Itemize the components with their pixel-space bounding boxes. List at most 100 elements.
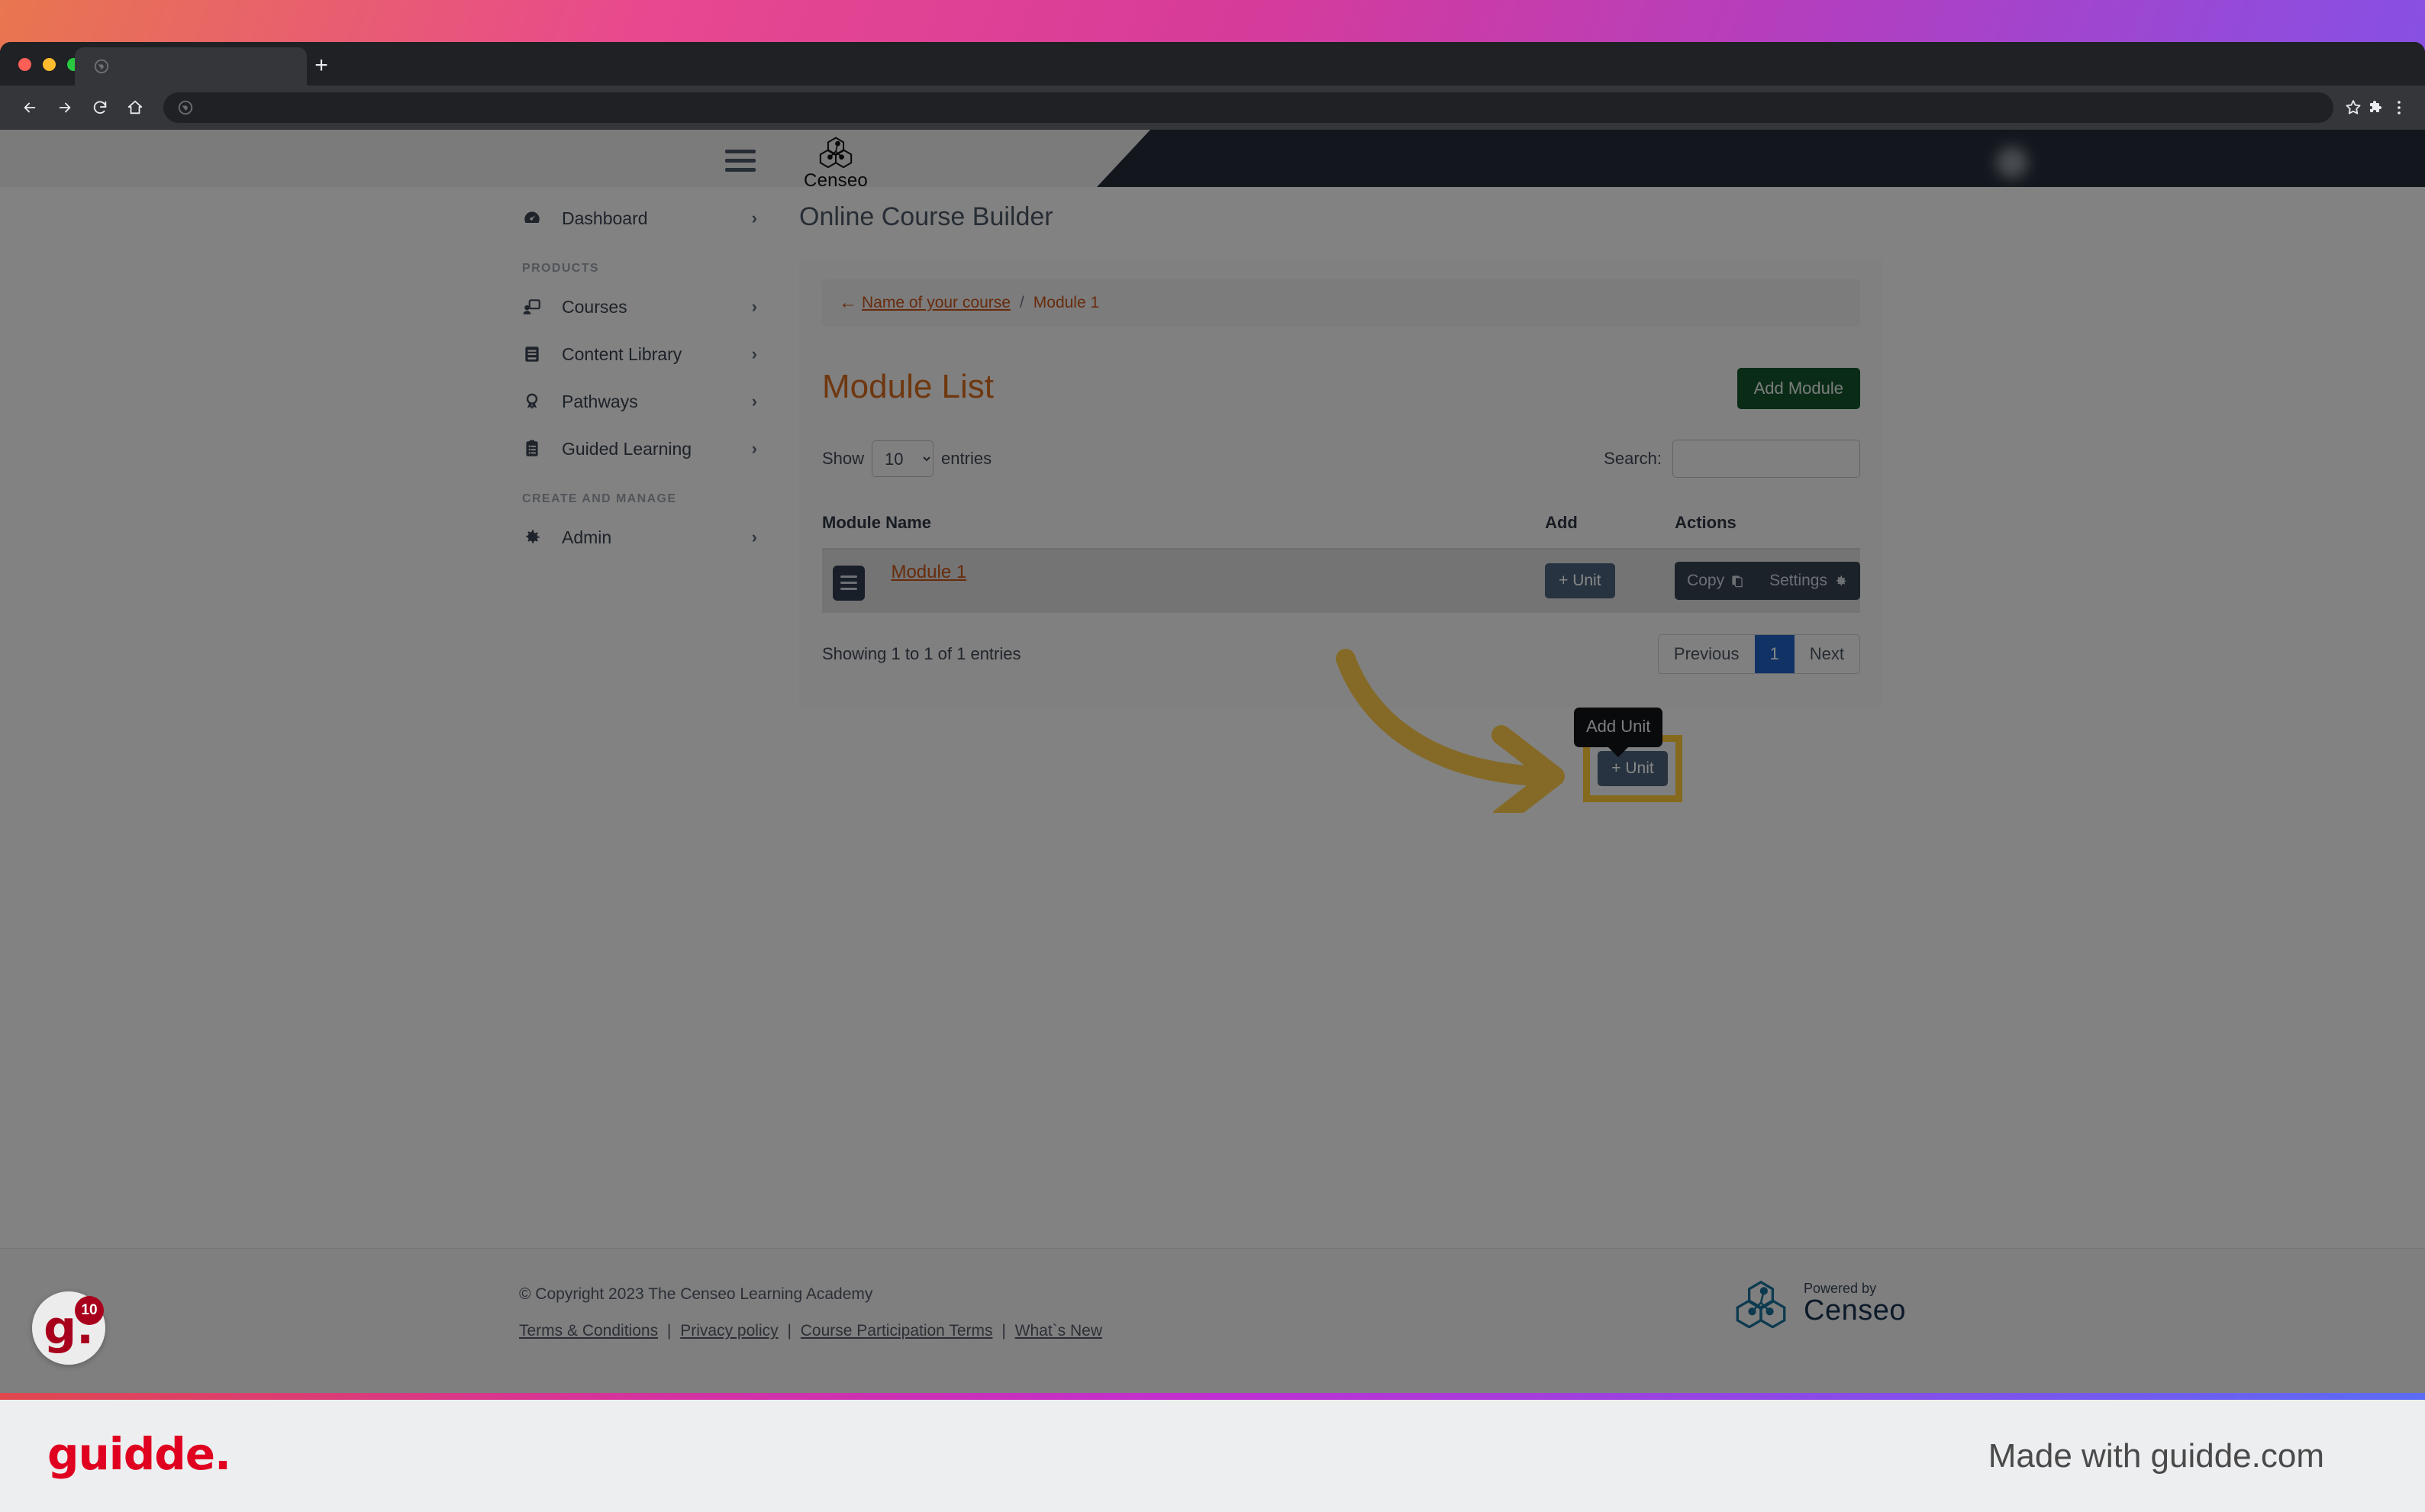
page-body: Dashboard › PRODUCTS Courses › Content L… xyxy=(0,187,2425,1393)
guidde-bottom-bar: guidde. Made with guidde.com xyxy=(0,1393,2425,1512)
globe-icon xyxy=(94,59,109,74)
browser-tab[interactable] xyxy=(75,47,307,85)
sidebar-item-admin[interactable]: Admin › xyxy=(504,514,771,561)
navbar-dark-panel xyxy=(1097,130,2425,187)
pagination-next-button[interactable]: Next xyxy=(1795,635,1859,673)
drag-handle-icon[interactable] xyxy=(833,565,865,601)
chevron-right-icon: › xyxy=(751,527,757,546)
hamburger-menu-icon[interactable] xyxy=(725,150,756,172)
book-icon xyxy=(522,343,548,366)
user-menu[interactable] xyxy=(1985,147,2028,179)
copy-label: Copy xyxy=(1687,572,1725,590)
cell-actions: Copy Settings xyxy=(1675,549,1860,613)
chevron-right-icon: › xyxy=(751,392,757,411)
terms-conditions-link[interactable]: Terms & Conditions xyxy=(519,1322,658,1340)
table-footer: Showing 1 to 1 of 1 entries Previous 1 N… xyxy=(822,633,1860,674)
cell-module-name: Module 1 xyxy=(822,549,1546,613)
sidebar-item-dashboard[interactable]: Dashboard › xyxy=(504,195,771,242)
award-icon xyxy=(522,390,548,413)
footer-brand-text: Powered by Censeo xyxy=(1804,1281,1906,1327)
sidebar-item-label: Dashboard xyxy=(562,208,648,228)
close-window-button[interactable] xyxy=(18,58,31,71)
sidebar-item-label: Admin xyxy=(562,527,612,547)
browser-window: + Censeo Dashboard › PRODUCTS Courses › … xyxy=(0,42,2425,1393)
add-unit-button[interactable]: + Unit xyxy=(1545,563,1615,599)
page-title: Online Course Builder xyxy=(799,202,1053,231)
back-arrow-icon[interactable] xyxy=(12,90,47,125)
add-unit-plus: + xyxy=(1559,572,1569,590)
guidde-badge-count: 10 xyxy=(75,1296,104,1325)
module-list-header: Module List Add Module xyxy=(822,368,1860,409)
search-control: Search: xyxy=(1604,440,1860,478)
home-icon[interactable] xyxy=(118,90,153,125)
app-brand-logo[interactable]: Censeo xyxy=(790,136,882,192)
privacy-policy-link[interactable]: Privacy policy xyxy=(680,1322,778,1340)
breadcrumb-current: Module 1 xyxy=(1033,294,1100,311)
guidde-badge[interactable]: g. 10 xyxy=(32,1291,105,1365)
guidde-wordmark: guidde. xyxy=(47,1428,231,1480)
minimize-window-button[interactable] xyxy=(43,58,56,71)
search-input[interactable] xyxy=(1672,440,1860,478)
chevron-right-icon: › xyxy=(751,344,757,363)
copyright-text: © Copyright 2023 The Censeo Learning Aca… xyxy=(519,1285,873,1303)
entries-label: entries xyxy=(941,449,992,468)
three-dot-menu-icon[interactable] xyxy=(2390,98,2408,117)
show-label: Show xyxy=(822,449,865,468)
link-separator: | xyxy=(787,1322,792,1340)
add-module-button[interactable]: Add Module xyxy=(1737,368,1860,409)
gear-icon xyxy=(1836,575,1846,585)
page-size-select[interactable]: 10 25 50 100 xyxy=(872,440,934,477)
add-unit-tooltip: Add Unit xyxy=(1574,708,1663,747)
breadcrumb-separator: / xyxy=(1019,294,1024,311)
row-actions-group: Copy Settings xyxy=(1675,562,1860,601)
column-header-add: Add xyxy=(1545,502,1675,550)
powered-by-label: Powered by xyxy=(1804,1280,1877,1296)
footer-links: Terms & Conditions | Privacy policy | Co… xyxy=(519,1322,1102,1340)
modules-table-head: Module Name Add Actions xyxy=(822,502,1860,550)
window-traffic-lights[interactable] xyxy=(18,58,80,71)
guidde-gradient-divider xyxy=(0,1393,2425,1400)
made-with-guidde-text: Made with guidde.com xyxy=(1988,1437,2324,1475)
puzzle-icon[interactable] xyxy=(2367,98,2385,117)
search-label: Search: xyxy=(1604,449,1662,468)
add-unit-label: Unit xyxy=(1572,572,1601,590)
gear-icon xyxy=(522,526,548,549)
browser-tab-strip: + xyxy=(0,42,2425,85)
star-icon[interactable] xyxy=(2344,98,2362,117)
footer-censeo-logo: Powered by Censeo xyxy=(1730,1279,1906,1328)
course-participation-terms-link[interactable]: Course Participation Terms xyxy=(801,1322,993,1340)
link-separator: | xyxy=(666,1322,672,1340)
breadcrumb-back-arrow-icon[interactable]: ← xyxy=(839,292,857,314)
chevron-right-icon: › xyxy=(751,208,757,227)
toolbar-right-actions xyxy=(2344,98,2413,117)
sidebar-item-content-library[interactable]: Content Library › xyxy=(504,330,771,378)
sidebar-item-courses[interactable]: Courses › xyxy=(504,283,771,330)
chevron-right-icon: › xyxy=(751,439,757,458)
app-footer: © Copyright 2023 The Censeo Learning Aca… xyxy=(0,1248,2425,1393)
pagination-page-1-button[interactable]: 1 xyxy=(1754,634,1795,673)
sidebar-section-caption-create-and-manage: CREATE AND MANAGE xyxy=(522,492,677,505)
forward-arrow-icon[interactable] xyxy=(47,90,82,125)
footer-brand-name: Censeo xyxy=(1804,1294,1906,1327)
globe-icon xyxy=(178,100,193,115)
new-tab-button[interactable]: + xyxy=(309,54,334,79)
reload-icon[interactable] xyxy=(82,90,118,125)
cell-add: + Unit xyxy=(1545,549,1675,613)
link-separator: | xyxy=(1001,1322,1006,1340)
whats-new-link[interactable]: What`s New xyxy=(1015,1322,1102,1340)
address-bar[interactable] xyxy=(163,92,2333,123)
copy-icon xyxy=(1732,575,1743,588)
sidebar-item-pathways[interactable]: Pathways › xyxy=(504,378,771,425)
module-name-link[interactable]: Module 1 xyxy=(891,562,966,582)
copy-button[interactable]: Copy xyxy=(1675,562,1757,600)
table-row: Module 1 + Unit Copy Settings xyxy=(822,549,1860,613)
modules-table: Module Name Add Actions Module 1 + Unit … xyxy=(822,502,1860,613)
sidebar-item-label: Courses xyxy=(562,296,627,317)
sidebar-item-guided-learning[interactable]: Guided Learning › xyxy=(504,425,771,472)
censeo-hex-logo-icon xyxy=(1736,1280,1786,1328)
pagination-previous-button[interactable]: Previous xyxy=(1659,635,1755,673)
settings-button[interactable]: Settings xyxy=(1757,562,1860,600)
breadcrumb-course-link[interactable]: Name of your course xyxy=(862,294,1011,312)
settings-label: Settings xyxy=(1769,572,1827,590)
main-content: Online Course Builder ← Name of your cou… xyxy=(799,202,1883,708)
